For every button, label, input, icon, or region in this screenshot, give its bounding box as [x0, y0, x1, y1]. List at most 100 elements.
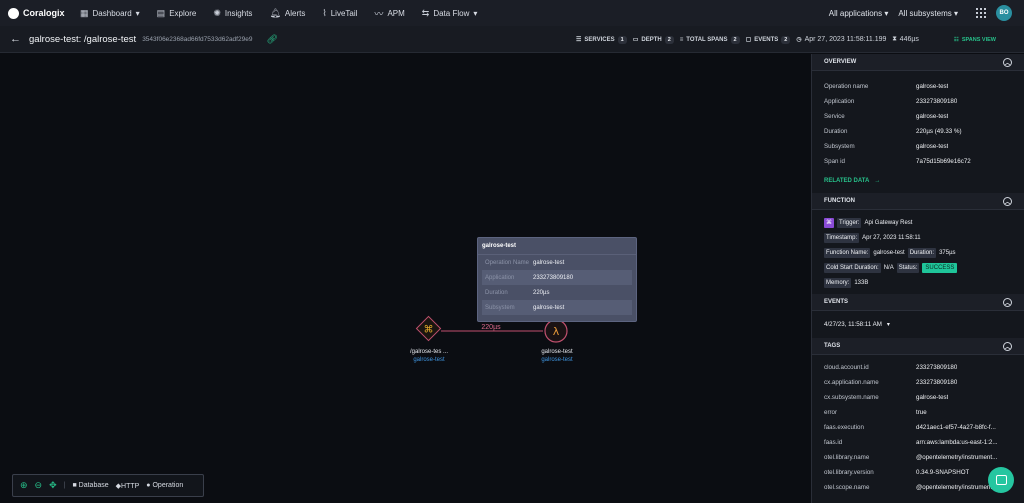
circle-icon: ● — [146, 482, 151, 489]
chat-button[interactable] — [988, 467, 1014, 493]
chevron-up-icon[interactable]: ︿ — [1003, 57, 1012, 67]
fn-value: galrose-test — [873, 249, 905, 256]
span-details-panel: OVERVIEW ︿ Operation name galrose-test App… — [811, 54, 1024, 503]
function-details: ⌘ Trigger: Api Gateway Rest Timestamp: Apr … — [812, 210, 1024, 290]
node-api-gateway[interactable]: ⌘ — [415, 315, 442, 342]
nav-dataflow[interactable]: ⇆ Data Flow ▾ — [422, 8, 478, 19]
gateway-icon: ⌘ — [424, 325, 434, 336]
overview-row: Span id 7a75d15b69e16c72 — [812, 154, 1024, 169]
row-value: 233273809180 — [916, 98, 958, 105]
insights-icon: ✺ — [213, 7, 221, 18]
tooltip-key: Duration — [485, 289, 508, 296]
nav-dashboard[interactable]: ▦ Dashboard ▾ — [80, 8, 140, 19]
tooltip-row: Operation Name galrose-test — [482, 255, 632, 270]
avatar[interactable]: BO — [996, 5, 1012, 21]
nav-apm[interactable]: 〰 APM — [374, 7, 404, 20]
stat-label: SERVICES — [584, 36, 615, 43]
tag-row: faas.execution d421aec1-ef57-4a27-b8fc-f.… — [812, 420, 1024, 435]
chevron-up-icon[interactable]: ︿ — [1003, 297, 1012, 307]
tooltip-key: Application — [485, 274, 515, 281]
tooltip-row: Application 233273809180 — [482, 270, 632, 285]
fn-cold-row: Cold Start Duration: N/A Status: SUCCESS — [812, 260, 1024, 275]
zoom-in-icon[interactable]: ⊕ — [20, 480, 28, 491]
function-header[interactable]: FUNCTION ︿ — [812, 193, 1024, 210]
back-arrow-icon[interactable]: ← — [10, 33, 21, 45]
fn-key: Function Name: — [824, 247, 871, 258]
nav-alerts[interactable]: 🔔︎ Alerts — [269, 8, 305, 19]
trace-id: 3543f06e2368ad66fd7533d62adf29e9 — [142, 35, 253, 43]
fn-value: Api Gateway Rest — [864, 219, 913, 226]
event-time: 4/27/23, 11:58:11 AM — [824, 321, 882, 328]
row-key: Application — [824, 98, 855, 105]
tags-header[interactable]: TAGS ︿ — [812, 338, 1024, 355]
tag-key: error — [824, 409, 838, 416]
tooltip-row: Subsystem galrose-test — [482, 300, 632, 315]
stat-value: Apr 27, 2023 11:58:11.199 — [804, 36, 887, 43]
tag-value: galrose-test — [916, 394, 949, 401]
depth-icon: ▭ — [632, 37, 639, 43]
nav-livetail[interactable]: ⌇ LiveTail — [322, 8, 357, 19]
zoom-out-icon[interactable]: ⊖ — [35, 480, 43, 491]
spans-view-button[interactable]: ☷ SPANS VIEW — [954, 26, 996, 53]
trace-graph-canvas[interactable]: ⌘ λ 220µs /galrose-tes ... galrose-test … — [0, 54, 810, 503]
trace-header: ← galrose-test: /galrose-test 3543f06e23… — [0, 26, 1024, 53]
events-icon: ▢ — [745, 37, 752, 43]
tag-value: 0.34.9-SNAPSHOT — [916, 469, 970, 476]
chevron-up-icon[interactable]: ︿ — [1003, 341, 1012, 351]
event-item[interactable]: 4/27/23, 11:58:11 AM ▾ — [812, 311, 1024, 338]
chevron-up-icon[interactable]: ︿ — [1003, 196, 1012, 206]
apm-icon: 〰 — [374, 8, 384, 19]
arrow-right-icon: → — [874, 178, 881, 184]
stat-services: ☰ SERVICES 1 — [576, 35, 627, 44]
legend-database: ■ Database — [72, 482, 108, 489]
fit-view-icon[interactable]: ✥ — [49, 480, 57, 491]
apps-grid-icon[interactable] — [976, 8, 986, 18]
status-badge: SUCCESS — [922, 262, 958, 273]
events-header[interactable]: EVENTS ︿ — [812, 294, 1024, 311]
stat-badge: 1 — [617, 35, 627, 44]
tag-value: @opentelemetry/instrument... — [916, 484, 998, 491]
services-icon: ☰ — [576, 37, 582, 43]
stat-timestamp: ◷ Apr 27, 2023 11:58:11.199 — [796, 36, 886, 43]
related-data-link[interactable]: RELATED DATA → — [812, 169, 1024, 193]
tooltip-row: Duration 220µs — [482, 285, 632, 300]
overview-header[interactable]: OVERVIEW ︿ — [812, 54, 1024, 71]
section-title: EVENTS — [824, 299, 849, 305]
applications-label: All applications — [828, 8, 883, 18]
fn-timestamp-row: Timestamp: Apr 27, 2023 11:58:11 — [812, 230, 1024, 245]
subsystems-select[interactable]: All subsystems ▾ — [898, 9, 958, 18]
fn-key: Timestamp: — [824, 232, 860, 243]
list-icon: ☷ — [953, 36, 959, 43]
tooltip-key: Subsystem — [485, 304, 515, 311]
fn-value: Apr 27, 2023 11:58:11 — [862, 234, 921, 241]
app-logo[interactable]: Coralogix — [0, 7, 80, 19]
nav-label: Data Flow — [433, 8, 470, 18]
tag-value: 233273809180 — [916, 379, 958, 386]
app-name: Coralogix — [23, 8, 65, 18]
link-icon[interactable]: 🔗︎ — [266, 34, 277, 45]
node-lambda[interactable]: λ — [544, 319, 568, 343]
node-service: galrose-test — [541, 357, 573, 363]
nav-insights[interactable]: ✺ Insights — [213, 8, 252, 19]
explore-icon: ▤ — [156, 7, 166, 18]
tag-value: @opentelemetry/instrument... — [916, 454, 998, 461]
spans-view-label: SPANS VIEW — [961, 36, 996, 43]
fn-memory-row: Memory: 133B — [812, 275, 1024, 290]
tooltip-value: 233273809180 — [533, 274, 574, 281]
applications-select[interactable]: All applications ▾ — [829, 9, 889, 18]
tag-row: cx.subsystem.name galrose-test — [812, 390, 1024, 405]
subsystems-label: All subsystems — [898, 8, 952, 18]
node-name: galrose-test — [541, 349, 573, 355]
dashboard-icon: ▦ — [80, 7, 89, 18]
divider: | — [63, 482, 66, 489]
tag-row: cloud.account.id 233273809180 — [812, 360, 1024, 375]
dataflow-icon: ⇆ — [421, 7, 430, 18]
nav-explore[interactable]: ▤ Explore — [157, 8, 197, 19]
legend-label: Operation — [152, 482, 184, 489]
caret-down-icon: ▾ — [886, 321, 891, 328]
row-value: galrose-test — [916, 143, 949, 150]
fn-name-row: Function Name: galrose-test Duration: 375µs — [812, 245, 1024, 260]
tooltip-value: 220µs — [533, 289, 550, 296]
tooltip-value: galrose-test — [533, 259, 565, 266]
tag-row: cx.application.name 233273809180 — [812, 375, 1024, 390]
